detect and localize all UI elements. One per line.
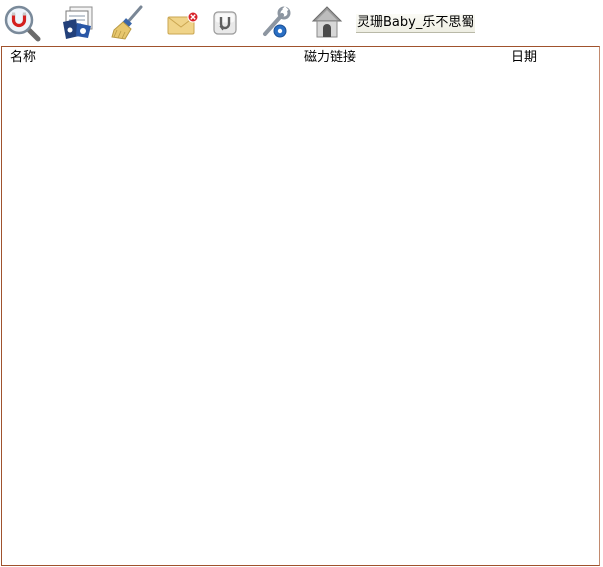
settings-button[interactable]	[254, 3, 294, 43]
magnet-magnifier-icon	[4, 5, 41, 42]
list-body[interactable]	[2, 69, 599, 565]
column-header-date[interactable]: 日期	[511, 50, 537, 66]
downloads-button[interactable]	[58, 3, 98, 43]
document-stack-icon	[63, 6, 93, 39]
column-header-magnet-link[interactable]: 磁力链接	[304, 50, 356, 66]
house-icon	[311, 6, 343, 38]
magnet-link-button[interactable]	[205, 3, 245, 43]
magnet-search-button[interactable]	[2, 3, 42, 43]
home-button[interactable]	[307, 3, 347, 43]
results-list[interactable]: 名称 磁力链接 日期	[1, 46, 600, 566]
magnet-badge-icon	[213, 11, 237, 35]
user-label: 灵珊Baby_乐不思蜀	[356, 14, 476, 33]
list-header: 名称 磁力链接 日期	[2, 47, 599, 69]
envelope-delete-icon	[167, 11, 199, 35]
broom-icon	[111, 5, 143, 40]
wrench-gear-icon	[263, 6, 291, 38]
clear-button[interactable]	[108, 3, 148, 43]
toolbar: 灵珊Baby_乐不思蜀	[0, 0, 603, 46]
delete-message-button[interactable]	[162, 3, 202, 43]
column-header-name[interactable]: 名称	[10, 50, 36, 66]
